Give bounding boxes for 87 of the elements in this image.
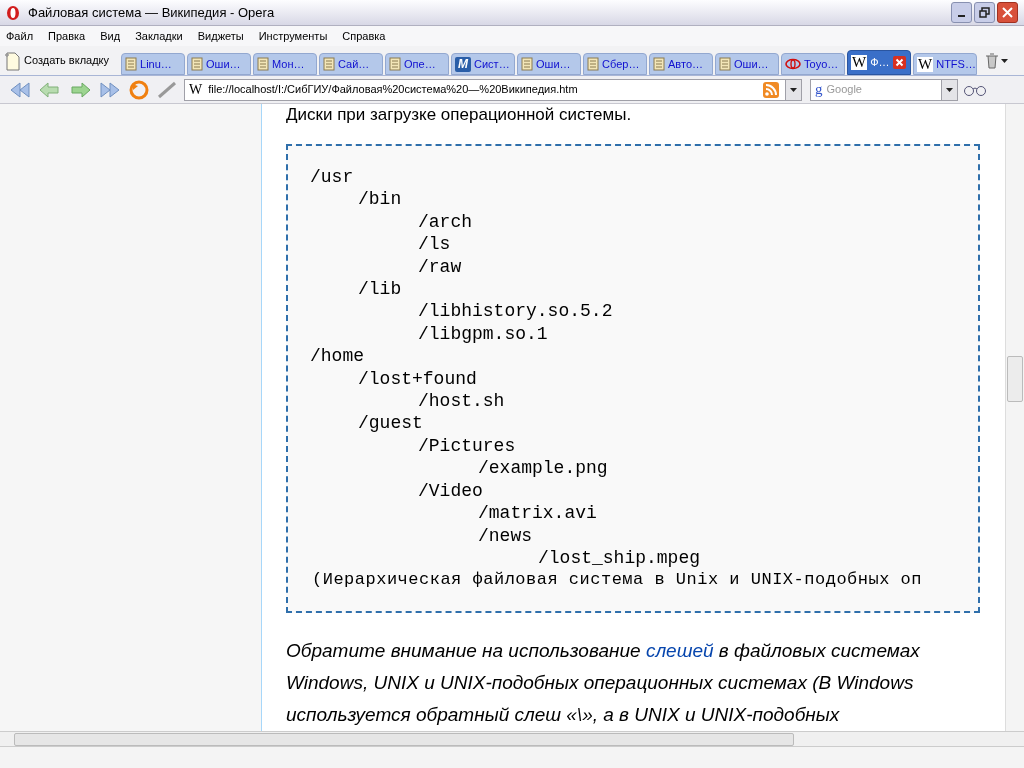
tab[interactable]: Сай… [319, 53, 384, 75]
caret-icon[interactable] [1001, 58, 1009, 63]
menu-item[interactable]: Справка [342, 27, 386, 45]
opera-logo-icon [6, 4, 20, 21]
tab[interactable]: Опе… [385, 53, 450, 75]
trash-icon[interactable] [985, 52, 1000, 69]
minimize-button[interactable] [951, 2, 972, 23]
window-title: Файловая система — Википедия - Opera [28, 3, 276, 22]
code-line: /arch [418, 210, 472, 234]
intro-text: Диски при загрузке операционной системы. [286, 104, 632, 126]
tab[interactable]: Toyo… [781, 53, 846, 75]
tab[interactable]: Оши… [715, 53, 780, 75]
rss-icon[interactable] [763, 81, 779, 98]
code-line: /usr [310, 166, 354, 189]
menu-item[interactable]: Правка [48, 27, 86, 45]
tab[interactable]: Мон… [253, 53, 318, 75]
code-line: /raw [418, 255, 462, 279]
reload-icon[interactable] [128, 79, 150, 100]
address-text: file://localhost/I:/СибГИУ/Файловая%20система%20—%20Википедия.htm [208, 82, 579, 98]
menu-item[interactable]: Вид [100, 27, 121, 45]
code-line: /example.png [478, 457, 608, 480]
site-logo: W [189, 82, 203, 97]
search-engine-logo: g [815, 82, 823, 97]
link[interactable]: слешей [645, 640, 714, 661]
code-line: /ls [418, 233, 451, 256]
address-field[interactable]: W file://localhost/I:/СибГИУ/Файловая%20система%20—%20Википедия.htm [184, 78, 802, 101]
restore-button[interactable] [974, 2, 995, 23]
page-icon [521, 57, 534, 71]
scrollbar-thumb[interactable] [1007, 356, 1023, 402]
search-field[interactable]: Google [826, 81, 937, 98]
code-line: /libgpm.so.1 [418, 322, 548, 346]
site-logo: M [455, 56, 472, 72]
page-icon [191, 57, 204, 71]
rewind-icon[interactable] [8, 80, 32, 99]
code-line: /lost+found [358, 367, 477, 391]
dropdown-button[interactable] [785, 79, 801, 100]
close-tab-icon[interactable] [892, 56, 906, 69]
forward-icon[interactable] [68, 80, 92, 99]
caret-icon [946, 87, 953, 92]
caret-icon [790, 87, 797, 92]
tab[interactable]: Сбер… [583, 53, 648, 75]
tab[interactable]: Linu… [121, 53, 186, 75]
new-tab-button[interactable]: Создать вкладку [4, 46, 116, 75]
horizontal-scrollbar[interactable] [0, 731, 1024, 747]
code-line: /lib [358, 278, 402, 301]
vertical-scrollbar[interactable] [1005, 104, 1024, 731]
close-button[interactable] [997, 2, 1018, 23]
code-line: /bin [358, 188, 402, 211]
code-line: /libhistory.so.5.2 [418, 300, 613, 323]
tab[interactable]: Оши… [517, 53, 582, 75]
page-icon [323, 57, 336, 71]
code-line: /home [310, 345, 364, 368]
page-icon [257, 57, 270, 71]
search-bar[interactable]: g Google [810, 78, 958, 101]
menu-item[interactable]: Закладки [135, 27, 183, 45]
page-icon [719, 57, 732, 71]
code-line: /Video [418, 479, 483, 503]
close-icon [1002, 7, 1013, 18]
code-line: /matrix.avi [478, 502, 597, 525]
code-caption: (Иерархическая файловая система в Unix и UNIX-подобных оп [311, 569, 923, 592]
code-line: /Pictures [418, 434, 516, 458]
page-icon [587, 57, 600, 71]
new-page-icon [4, 50, 20, 71]
tab[interactable]: Авто… [649, 53, 714, 75]
page-icon [125, 57, 138, 71]
site-logo: W [917, 56, 934, 72]
tab[interactable]: M Сист… [451, 53, 516, 75]
restore-icon [979, 7, 990, 18]
menu-item[interactable]: Файл [6, 27, 34, 45]
pen-icon[interactable] [156, 80, 178, 99]
tab[interactable]: Оши… [187, 53, 252, 75]
code-line: /news [478, 524, 532, 547]
fast-forward-icon[interactable] [98, 80, 122, 99]
tab[interactable]: W Ф… [847, 50, 912, 75]
menu-item[interactable]: Виджеты [197, 27, 244, 45]
site-logo: W [851, 55, 868, 70]
dropdown-button[interactable] [941, 79, 957, 100]
code-line: /lost_ship.mpeg [538, 546, 701, 570]
body-paragraph: Обратите внимание на использование слешей в файловых системах Windows, UNIX и UNIX-подобных операционных системах (В Windows используется обратный слеш «\», а в UNIX и UNIX-подобных [286, 639, 921, 727]
back-icon[interactable] [38, 80, 62, 99]
code-line: /guest [358, 412, 423, 435]
code-line: /host.sh [418, 390, 505, 413]
scrollbar-thumb[interactable] [14, 732, 794, 746]
page-icon [653, 57, 666, 71]
menu-item[interactable]: Инструменты [258, 27, 328, 45]
page-icon [389, 57, 402, 71]
tab[interactable]: W NTFS… [913, 53, 978, 75]
